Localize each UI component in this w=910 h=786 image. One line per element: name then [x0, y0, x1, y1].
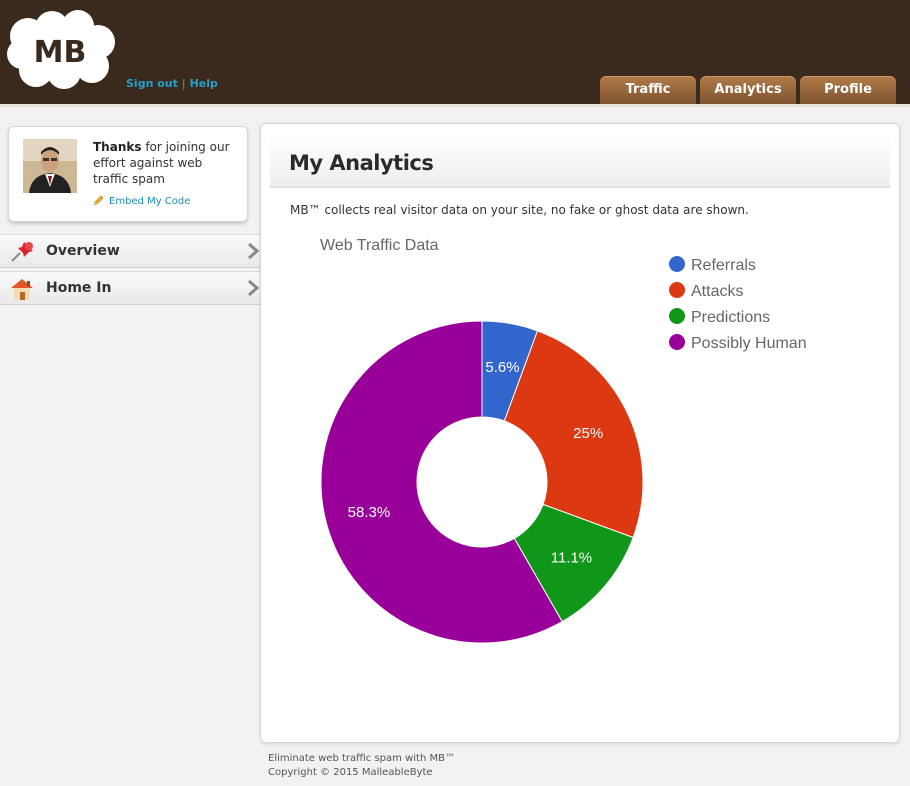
traffic-donut-chart: Web Traffic Data 5.6% 25% 11.1% 58.3% Refer… [320, 237, 807, 644]
welcome-bold: Thanks [93, 140, 142, 154]
chart-title: Web Traffic Data [320, 237, 439, 254]
avatar-photo [23, 139, 77, 193]
tab-traffic[interactable]: Traffic [600, 76, 696, 104]
sidebar-item-overview[interactable]: Overview [0, 234, 262, 268]
sidebar-item-label: Overview [46, 243, 120, 259]
header-divider [0, 104, 910, 107]
tab-analytics[interactable]: Analytics [700, 76, 796, 104]
footer-tagline: Eliminate web traffic spam with MB™ [268, 753, 455, 764]
embed-code-label[interactable]: Embed My Code [109, 196, 190, 207]
sidebar-item-label: Home In [46, 280, 112, 296]
house-icon [11, 279, 33, 300]
account-links: Sign out | Help [126, 77, 218, 90]
legend-label-attacks[interactable]: Attacks [691, 283, 743, 300]
legend-swatch [669, 256, 685, 272]
logo-text: MB [34, 35, 87, 70]
avatar[interactable] [23, 139, 77, 193]
slice-label-referrals: 5.6% [485, 359, 519, 376]
site-header: MB Sign out | Help Traffic Analytics Profi… [0, 0, 910, 104]
chart-legend: Referrals Attacks Predictions Possibly Huma… [669, 256, 807, 352]
chevron-right-icon [248, 279, 260, 297]
legend-swatch [669, 334, 685, 350]
page-title: My Analytics [289, 151, 434, 175]
chart-slices [320, 320, 644, 644]
chevron-right-icon [248, 242, 260, 260]
sign-out-link[interactable]: Sign out [126, 77, 178, 90]
legend-label-referrals[interactable]: Referrals [691, 257, 756, 274]
panel-header: My Analytics [270, 134, 890, 188]
slice-label-attacks: 25% [573, 425, 603, 442]
slice-label-predictions: 11.1% [551, 549, 592, 566]
legend-swatch [669, 308, 685, 324]
legend-label-predictions[interactable]: Predictions [691, 309, 770, 326]
profile-card: Thanks for joining our effort against we… [8, 126, 248, 222]
intro-text: MB™ collects real visitor data on your s… [290, 203, 749, 217]
slice-label-possibly-human: 58.3% [348, 504, 391, 521]
legend-label-possibly-human[interactable]: Possibly Human [691, 335, 807, 352]
legend-swatch [669, 282, 685, 298]
page-footer: Eliminate web traffic spam with MB™ Copy… [268, 752, 455, 780]
chart-container: Web Traffic Data 5.6% 25% 11.1% 58.3% Refer… [262, 224, 898, 684]
welcome-message: Thanks for joining our effort against we… [93, 139, 241, 187]
mb-logo[interactable]: MB [6, 10, 118, 90]
footer-copyright: Copyright © 2015 MalleableByte [268, 767, 433, 778]
sidebar-item-home-in[interactable]: Home In [0, 271, 262, 305]
tab-profile[interactable]: Profile [800, 76, 896, 104]
link-separator: | [181, 77, 186, 90]
analytics-panel: My Analytics MB™ collects real visitor d… [260, 123, 900, 743]
help-link[interactable]: Help [190, 77, 218, 90]
pushpin-icon [11, 242, 33, 262]
embed-code-link[interactable]: Embed My Code [93, 194, 190, 207]
pencil-icon [93, 195, 104, 206]
